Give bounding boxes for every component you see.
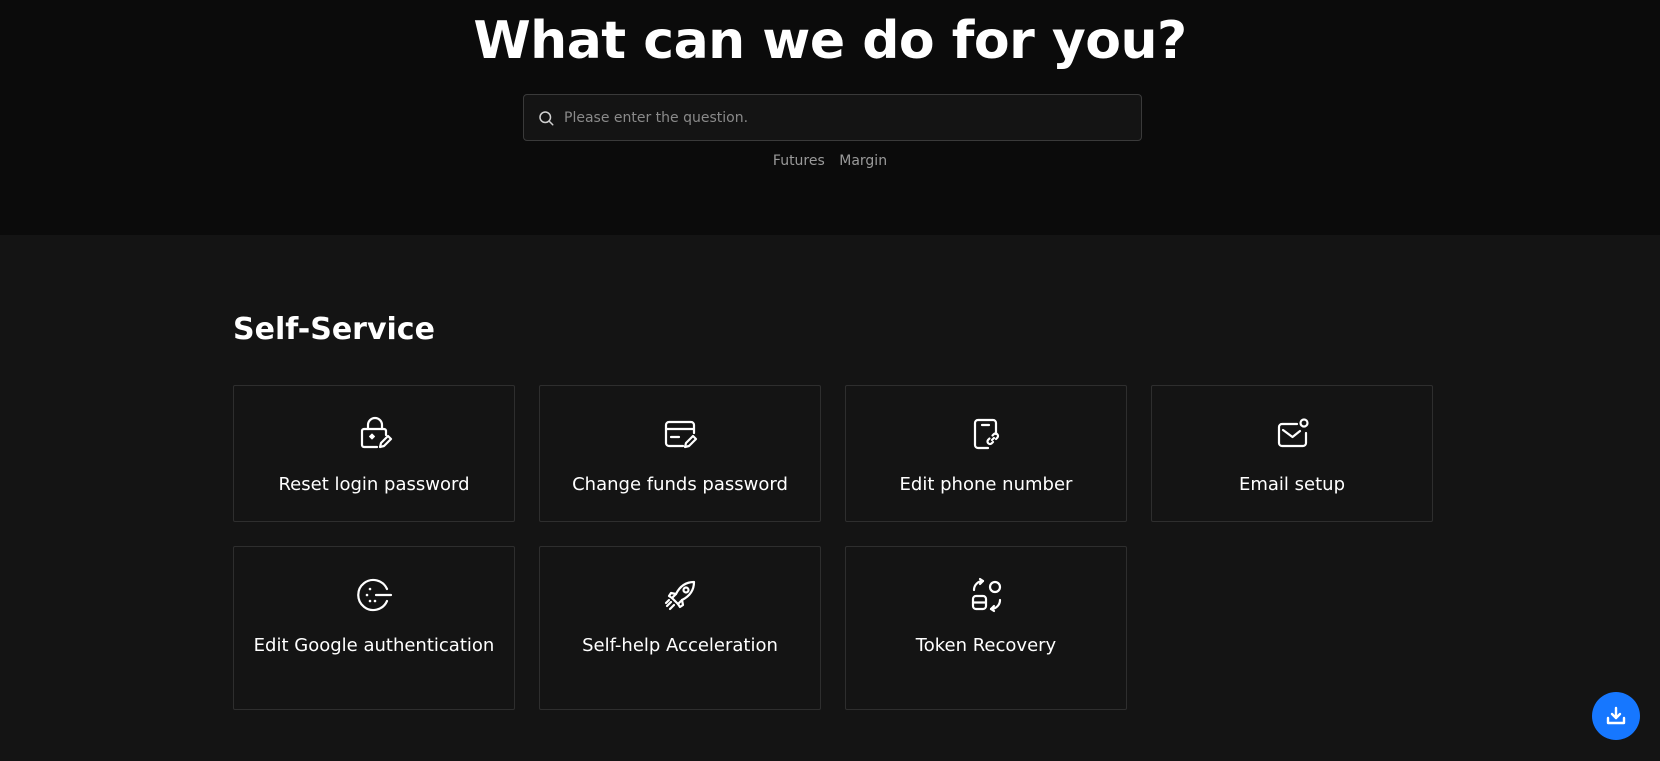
hero-section: What can we do for you? Futures Margin	[0, 0, 1660, 235]
google-auth-icon	[357, 578, 393, 612]
card-edit-icon	[664, 420, 698, 449]
search-icon	[539, 111, 554, 126]
tag-margin[interactable]: Margin	[839, 153, 887, 169]
lock-edit-icon	[360, 416, 393, 449]
card-token-recovery[interactable]: Token Recovery	[845, 546, 1127, 710]
card-self-help-acceleration[interactable]: Self-help Acceleration	[539, 546, 821, 710]
page-title: What can we do for you?	[473, 11, 1187, 71]
tag-futures[interactable]: Futures	[773, 153, 825, 169]
download-app-button[interactable]	[1592, 692, 1640, 740]
rocket-icon	[664, 580, 696, 611]
download-icon	[1606, 706, 1626, 725]
card-label: Change funds password	[572, 474, 788, 495]
card-label: Token Recovery	[915, 635, 1057, 656]
hot-tags: Futures Margin	[0, 153, 1660, 169]
self-service-title: Self-Service	[233, 312, 435, 347]
card-edit-google-authentication[interactable]: Edit Google authentication	[233, 546, 515, 710]
card-label: Edit Google authentication	[253, 635, 495, 656]
token-recovery-icon	[971, 577, 1002, 613]
card-email-setup[interactable]: Email setup	[1151, 385, 1433, 522]
card-label: Reset login password	[278, 474, 470, 495]
phone-link-icon	[973, 418, 1000, 450]
search-box[interactable]	[523, 94, 1142, 141]
mail-notification-icon	[1277, 418, 1309, 448]
card-edit-phone-number[interactable]: Edit phone number	[845, 385, 1127, 522]
card-label: Edit phone number	[899, 474, 1073, 495]
card-reset-login-password[interactable]: Reset login password	[233, 385, 515, 522]
card-label: Email setup	[1238, 474, 1345, 495]
card-change-funds-password[interactable]: Change funds password	[539, 385, 821, 522]
card-label: Self-help Acceleration	[582, 635, 778, 656]
search-input[interactable]	[558, 95, 1128, 140]
